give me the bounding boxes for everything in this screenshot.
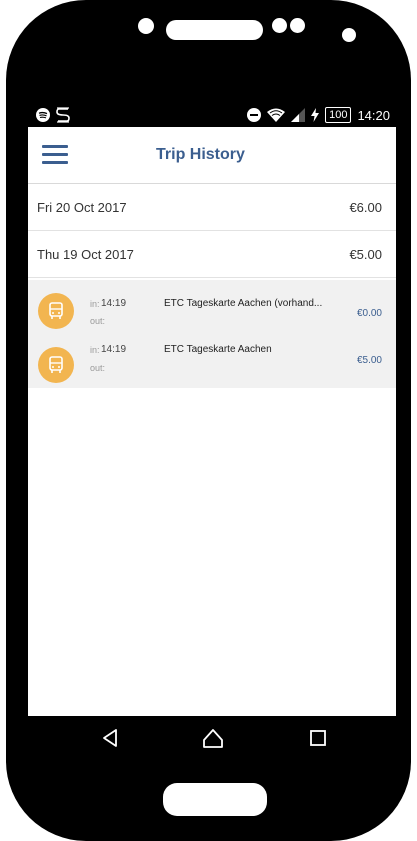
earpiece-speaker (166, 20, 263, 40)
proximity-sensor (290, 18, 305, 33)
day-date: Thu 19 Oct 2017 (37, 247, 134, 262)
dnd-icon (247, 108, 262, 122)
home-icon[interactable] (202, 727, 224, 749)
recents-icon[interactable] (307, 727, 329, 749)
charging-icon (311, 108, 320, 122)
day-total: €6.00 (349, 200, 382, 215)
trip-price: €5.00 (356, 355, 382, 366)
app-bar: Trip History (28, 127, 396, 184)
check-in-label: in: (90, 345, 100, 355)
bus-icon (38, 293, 74, 329)
sensor-dot (138, 18, 154, 34)
back-icon[interactable] (100, 727, 122, 749)
wifi-icon (267, 108, 286, 122)
day-total: €5.00 (349, 247, 382, 262)
navigation-bar (28, 716, 396, 759)
clock: 14:20 (357, 107, 390, 123)
hamburger-menu-icon[interactable] (42, 145, 68, 165)
check-in-time: 14:19 (101, 344, 127, 355)
trip-item[interactable]: in: 14:19 out: ETC Tageskarte Aachen (vo… (28, 280, 396, 334)
front-camera (272, 18, 287, 33)
light-sensor (342, 28, 356, 42)
check-in-time: 14:19 (101, 298, 127, 309)
day-row[interactable]: Fri 20 Oct 2017 €6.00 (28, 184, 396, 231)
trip-list: in: 14:19 out: ETC Tageskarte Aachen (vo… (28, 280, 396, 388)
check-out-label: out: (90, 363, 106, 373)
trip-item[interactable]: in: 14:19 out: ETC Tageskarte Aachen €5.… (28, 334, 396, 388)
physical-home-button[interactable] (163, 783, 267, 816)
ticket-name: ETC Tageskarte Aachen (vorhand... (164, 298, 323, 309)
day-row[interactable]: Thu 19 Oct 2017 €5.00 (28, 231, 396, 278)
page-title: Trip History (156, 146, 245, 163)
app-screen: 100 14:20 Trip History Fri 20 Oct 2017 €… (28, 103, 396, 759)
battery-level: 100 (325, 107, 352, 123)
s-app-icon (56, 107, 70, 123)
bus-icon (38, 347, 74, 383)
day-date: Fri 20 Oct 2017 (37, 200, 127, 215)
ticket-name: ETC Tageskarte Aachen (164, 344, 272, 355)
check-in-label: in: (90, 299, 100, 309)
signal-icon (291, 108, 306, 122)
phone-frame: 100 14:20 Trip History Fri 20 Oct 2017 €… (0, 0, 417, 841)
status-bar: 100 14:20 (28, 103, 396, 127)
spotify-icon (36, 108, 50, 122)
check-out-label: out: (90, 316, 106, 326)
trip-price: €0.00 (356, 308, 382, 319)
